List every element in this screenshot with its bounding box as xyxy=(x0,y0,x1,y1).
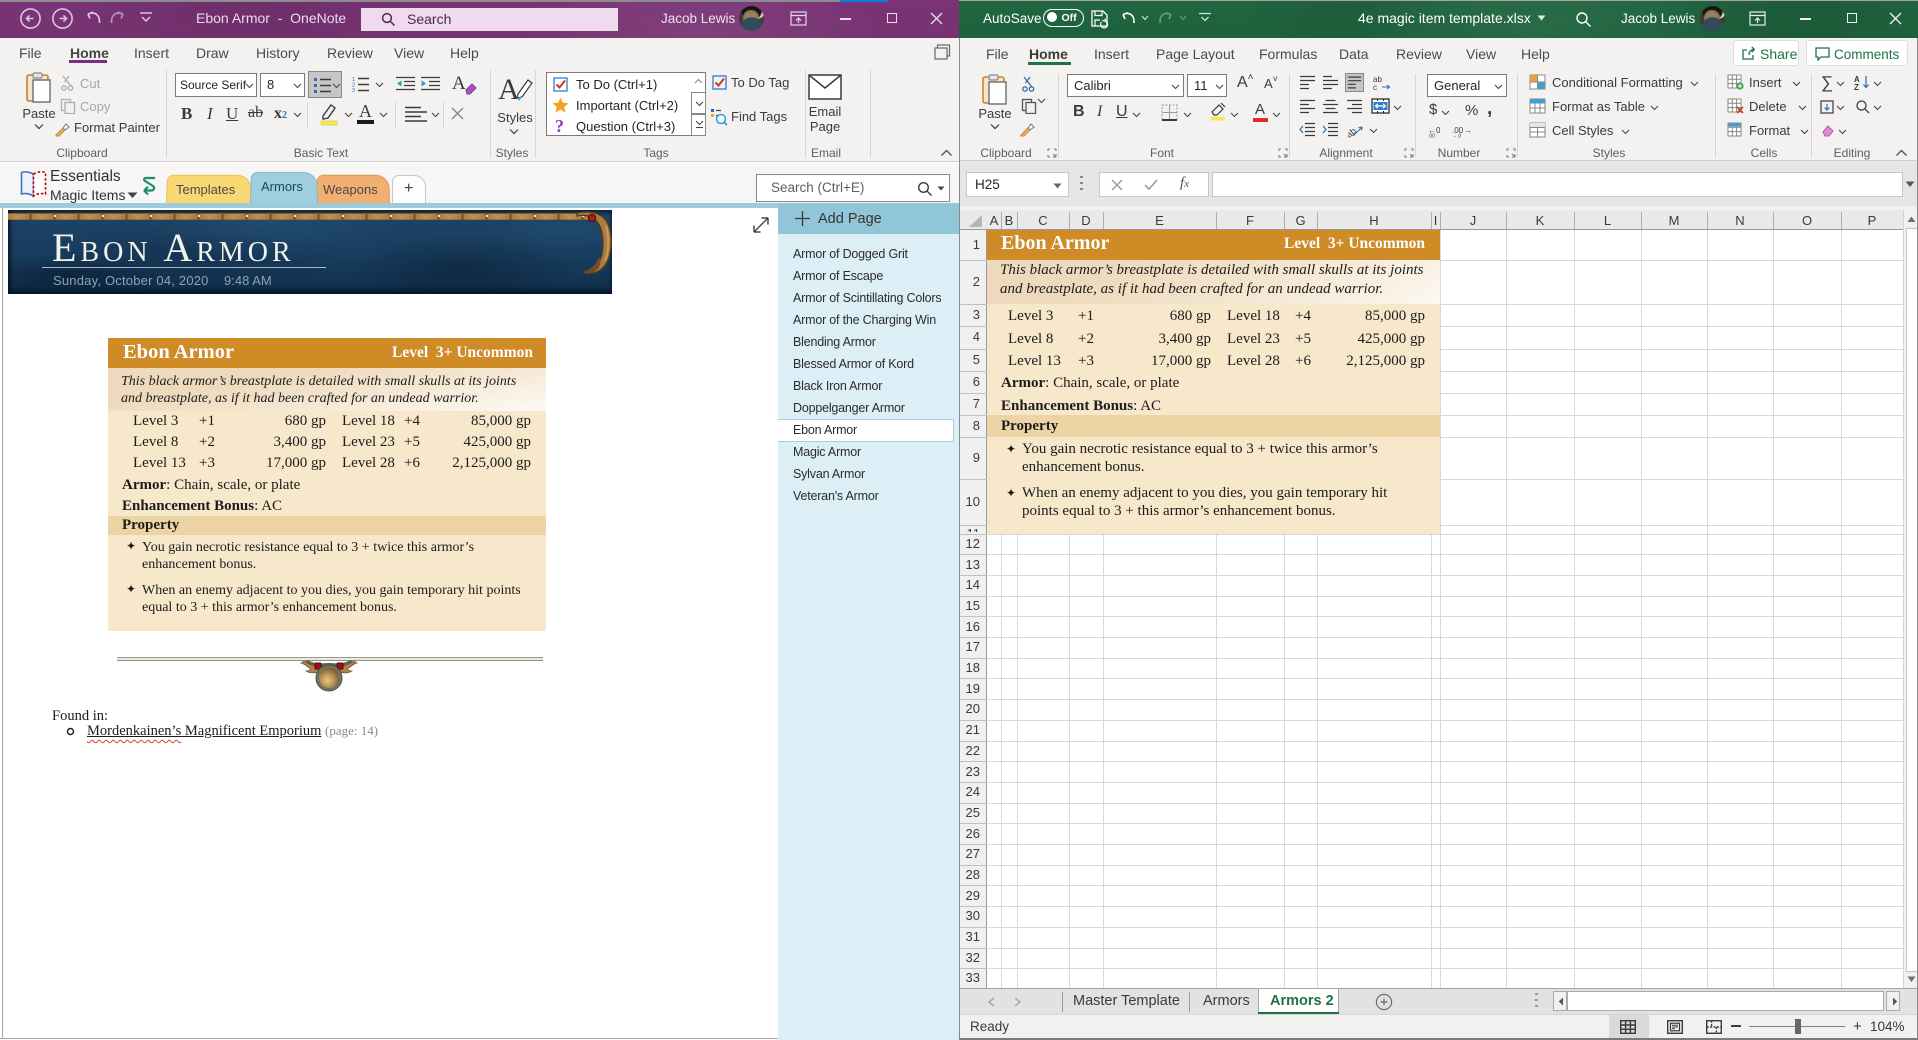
svg-text:Z: Z xyxy=(1854,83,1859,91)
svg-text:c: c xyxy=(1373,83,1377,91)
svg-text:→: → xyxy=(1464,126,1472,135)
svg-text:.00: .00 xyxy=(1428,134,1435,139)
svg-text:3: 3 xyxy=(352,88,355,92)
svg-text:A: A xyxy=(498,73,520,106)
svg-text:→.0: →.0 xyxy=(1452,134,1461,139)
